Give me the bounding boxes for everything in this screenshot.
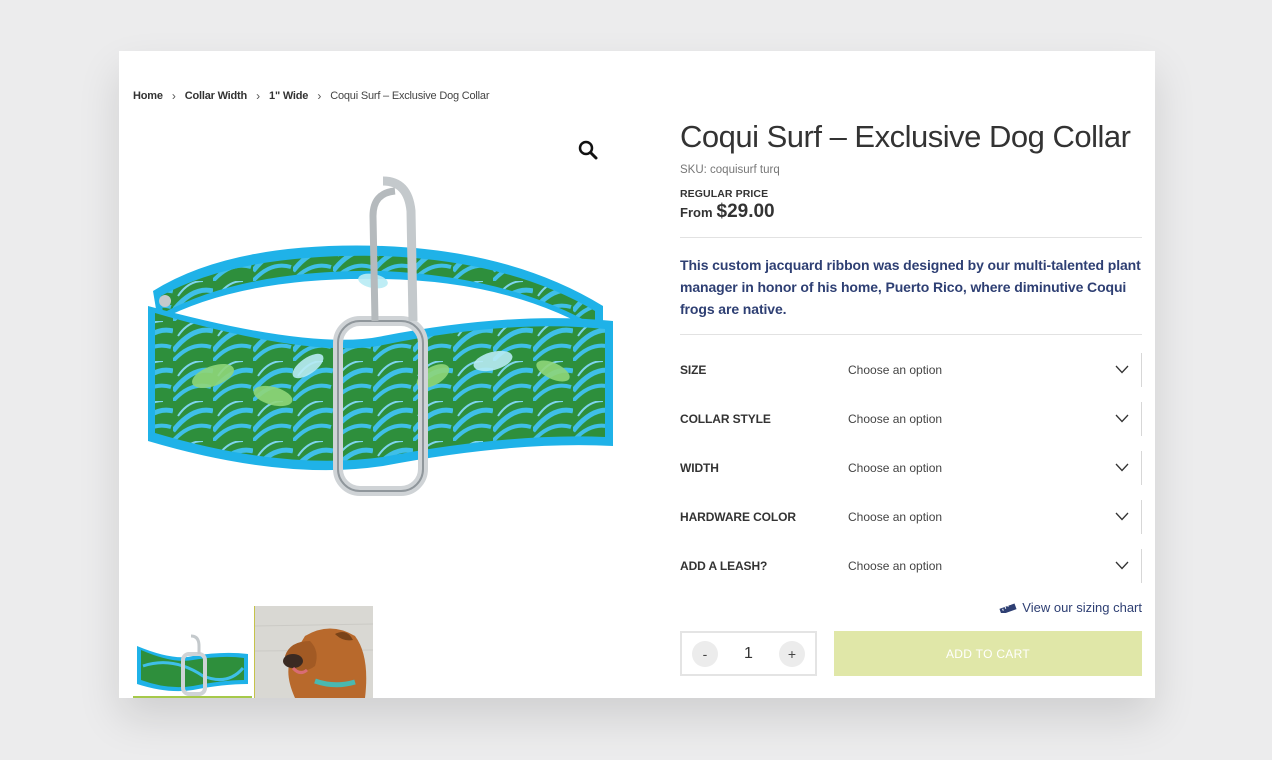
price-amount: $29.00 <box>716 201 775 222</box>
divider <box>680 334 1142 335</box>
select-value: Choose an option <box>848 362 943 377</box>
quantity-decrease-button[interactable]: - <box>692 640 718 667</box>
collar-style-select[interactable]: Choose an option <box>848 401 1142 436</box>
select-value: Choose an option <box>848 509 943 524</box>
search-icon[interactable] <box>577 139 599 161</box>
select-value: Choose an option <box>848 460 943 475</box>
chevron-down-icon <box>1115 365 1129 374</box>
breadcrumb-current: Coqui Surf – Exclusive Dog Collar <box>330 90 490 102</box>
thumbnail-gallery <box>133 606 373 698</box>
price-prefix: From <box>680 205 713 220</box>
thumbnail-dog-photo[interactable] <box>254 606 373 698</box>
add-to-cart-row: - 1 + ADD TO CART <box>680 631 1142 676</box>
chevron-down-icon <box>1115 463 1129 472</box>
select-value: Choose an option <box>848 558 943 573</box>
size-select[interactable]: Choose an option <box>848 352 1142 387</box>
divider <box>680 237 1142 238</box>
chevron-right-icon: › <box>171 89 176 103</box>
chevron-down-icon <box>1115 561 1129 570</box>
chevron-down-icon <box>1115 512 1129 521</box>
product-title: Coqui Surf – Exclusive Dog Collar <box>680 119 1131 154</box>
price-label: REGULAR PRICE <box>680 188 769 200</box>
option-size: SIZE Choose an option <box>680 345 1142 394</box>
select-value: Choose an option <box>848 411 943 426</box>
add-to-cart-button[interactable]: ADD TO CART <box>834 631 1142 676</box>
product-summary: Coqui Surf – Exclusive Dog Collar SKU: c… <box>680 119 1142 676</box>
quantity-input[interactable]: 1 <box>744 645 753 663</box>
chevron-down-icon <box>1115 414 1129 423</box>
sizing-chart-link[interactable]: View our sizing chart <box>680 600 1142 615</box>
breadcrumb-collar-width[interactable]: Collar Width <box>185 90 247 102</box>
quantity-increase-button[interactable]: + <box>779 640 805 667</box>
breadcrumb-1in-wide[interactable]: 1" Wide <box>269 90 308 102</box>
option-collar-style: COLLAR STYLE Choose an option <box>680 394 1142 443</box>
option-label: ADD A LEASH? <box>680 558 768 573</box>
product-card: Home › Collar Width › 1" Wide › Coqui Su… <box>119 51 1155 698</box>
breadcrumb: Home › Collar Width › 1" Wide › Coqui Su… <box>133 89 490 103</box>
product-description: This custom jacquard ribbon was designed… <box>680 257 1141 317</box>
option-label: WIDTH <box>680 460 719 475</box>
product-main-image[interactable] <box>133 121 618 591</box>
option-hardware-color: HARDWARE COLOR Choose an option <box>680 492 1142 541</box>
option-width: WIDTH Choose an option <box>680 443 1142 492</box>
sizing-chart-label: View our sizing chart <box>1022 600 1142 615</box>
ruler-icon <box>999 602 1017 613</box>
option-label: HARDWARE COLOR <box>680 509 796 524</box>
price-row: From $29.00 <box>680 201 1142 223</box>
hardware-color-select[interactable]: Choose an option <box>848 499 1142 534</box>
thumbnail-collar[interactable] <box>133 606 252 698</box>
quantity-stepper: - 1 + <box>680 631 817 676</box>
add-leash-select[interactable]: Choose an option <box>848 548 1142 583</box>
option-label: SIZE <box>680 362 707 377</box>
product-sku: SKU: coquisurf turq <box>680 164 780 176</box>
chevron-right-icon: › <box>317 89 322 103</box>
chevron-right-icon: › <box>256 89 260 103</box>
option-add-leash: ADD A LEASH? Choose an option <box>680 541 1142 590</box>
width-select[interactable]: Choose an option <box>848 450 1142 485</box>
option-label: COLLAR STYLE <box>680 411 771 426</box>
breadcrumb-home[interactable]: Home <box>133 90 163 102</box>
